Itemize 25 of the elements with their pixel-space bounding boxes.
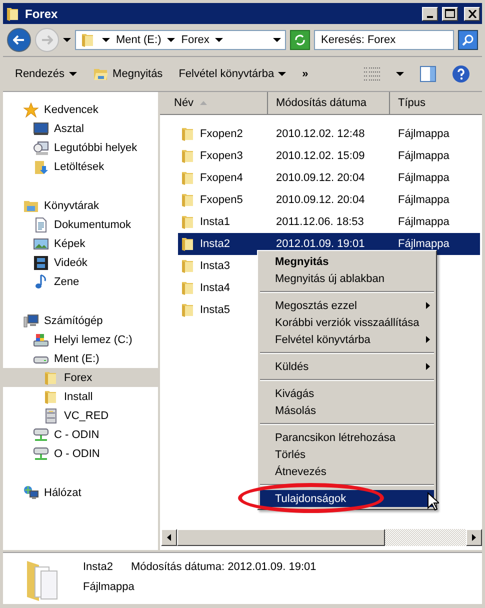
date-cell-text: 2011.12.06. 18:53 bbox=[275, 216, 365, 228]
type-cell: Fájlmappa bbox=[398, 194, 450, 206]
file-name: Insta4 bbox=[200, 282, 230, 294]
type-cell: Fájlmappa bbox=[398, 238, 450, 250]
window-title: Forex bbox=[25, 6, 59, 20]
date-cell-text: 2012.01.09. 19:01 bbox=[275, 238, 366, 250]
type-cell: Fájlmappa bbox=[398, 128, 450, 140]
modified-label: Módosítás dátuma: 2012.01.09. 19:01 bbox=[130, 561, 316, 573]
file-name: Insta3 bbox=[200, 260, 230, 272]
file-name: Insta2 bbox=[200, 238, 230, 250]
file-name: Fxopen3 bbox=[200, 150, 243, 162]
file-type: Fájlmappa bbox=[83, 581, 136, 593]
date-cell-text: 2010.12.02. 12:48 bbox=[275, 128, 366, 140]
file-name: Fxopen2 bbox=[200, 128, 243, 140]
type-cell: Fájlmappa bbox=[398, 172, 450, 184]
file-name: Fxopen5 bbox=[200, 194, 243, 206]
file-name: Fxopen4 bbox=[200, 172, 243, 184]
file-name: Insta5 bbox=[200, 304, 230, 316]
type-cell: Fájlmappa bbox=[398, 216, 450, 228]
date-cell-text: 2010.09.12. 20:04 bbox=[275, 194, 366, 206]
type-cell: Fájlmappa bbox=[398, 150, 450, 162]
file-name: Insta1 bbox=[200, 216, 230, 228]
date-cell-text: 2010.12.02. 15:09 bbox=[275, 150, 366, 162]
date-cell-text: 2010.09.12. 20:04 bbox=[275, 172, 366, 184]
file-name: Insta2 bbox=[83, 561, 113, 573]
